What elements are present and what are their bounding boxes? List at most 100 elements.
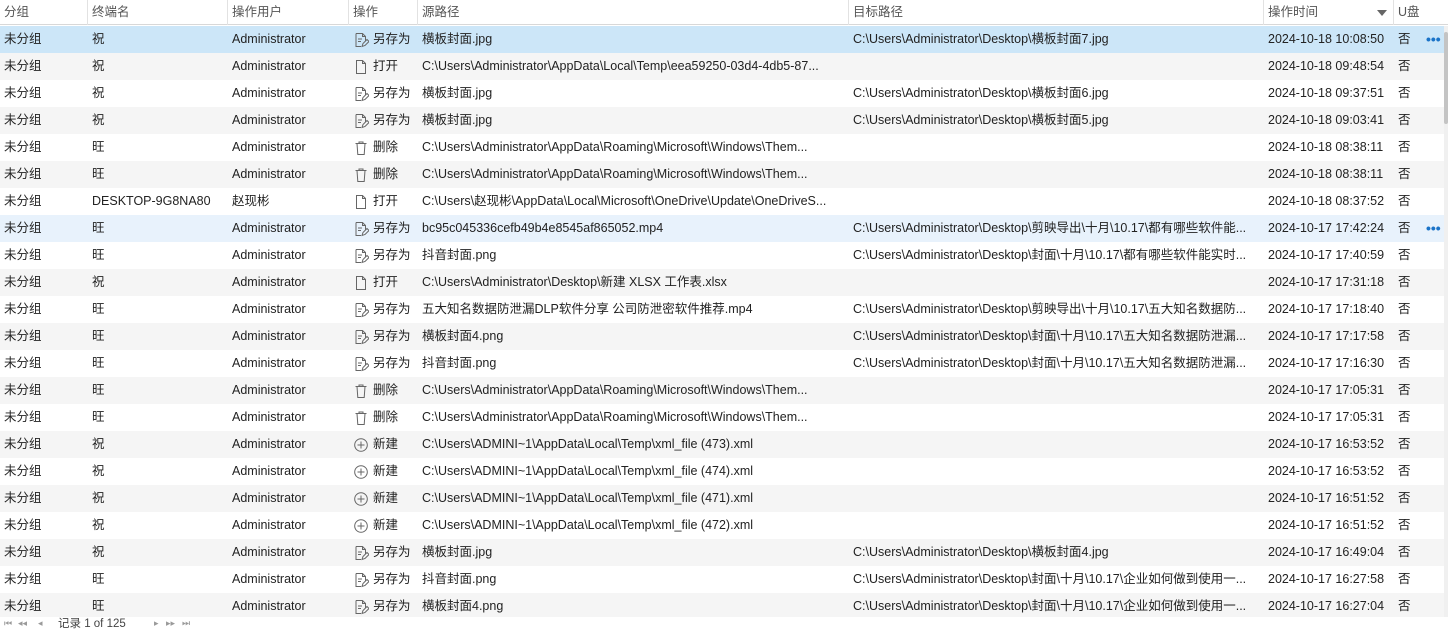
last-page-button[interactable]: ⏭ bbox=[182, 617, 190, 630]
grid-body: 未分组祝 Administrator 另存为 横板封面.jpg C:\Users\Adm… bbox=[0, 26, 1444, 617]
cell-dst bbox=[849, 134, 1264, 161]
cell-op: 新建 bbox=[349, 458, 418, 485]
table-row[interactable]: 未分组 祝 Administrator 另存为 横板封面.jpg C:\Users\Adm… bbox=[0, 80, 1444, 107]
scrollbar-thumb[interactable] bbox=[1444, 32, 1448, 124]
cell-user: Administrator bbox=[232, 356, 306, 370]
table-row[interactable]: 未分组 祝 Administrator 新建 C:\Users\ADMINI~1\App… bbox=[0, 458, 1444, 485]
more-dots-icon[interactable] bbox=[1422, 53, 1444, 80]
more-dots-icon[interactable] bbox=[1422, 431, 1444, 458]
cell-group: 未分组 bbox=[4, 599, 42, 613]
table-row[interactable]: 未分组 祝 Administrator 打开 C:\Users\Administrato… bbox=[0, 53, 1444, 80]
prev-button[interactable]: ◂ bbox=[38, 617, 43, 630]
cell-src: C:\Users\ADMINI~1\AppData\Local\Temp\xml… bbox=[422, 464, 754, 478]
more-dots-icon[interactable] bbox=[1422, 188, 1444, 215]
more-dots-icon[interactable] bbox=[1422, 404, 1444, 431]
cell-group: 未分组 bbox=[4, 572, 42, 586]
more-dots-icon[interactable] bbox=[1422, 242, 1444, 269]
more-dots-icon[interactable] bbox=[1422, 134, 1444, 161]
table-row[interactable]: 未分组 祝 Administrator 打开 C:\Users\Administrato… bbox=[0, 269, 1444, 296]
cell-dst: C:\Users\Administrator\Desktop\封面\十月\10.… bbox=[853, 599, 1247, 613]
column-header-terminal[interactable]: 终端名 bbox=[88, 0, 228, 25]
cell-user: Administrator bbox=[232, 59, 306, 73]
more-dots-icon[interactable] bbox=[1422, 80, 1444, 107]
table-row[interactable]: 未分组 旺 Administrator 删除 C:\Users\Administrato… bbox=[0, 377, 1444, 404]
table-row[interactable]: 未分组 旺 Administrator 另存为 抖音封面.png C:\Users\Adm… bbox=[0, 566, 1444, 593]
next-page-group-button[interactable]: ▸▸ bbox=[166, 617, 175, 630]
more-dots-icon[interactable] bbox=[1422, 512, 1444, 539]
op-label: 打开 bbox=[373, 194, 399, 209]
table-row[interactable]: 未分组 旺 Administrator 另存为 五大知名数据防泄漏DLP软件分享 公司防… bbox=[0, 296, 1444, 323]
cell-op: 另存为 bbox=[349, 350, 418, 377]
more-dots-icon[interactable] bbox=[1422, 377, 1444, 404]
cell-time: 2024-10-18 08:38:11 bbox=[1268, 140, 1384, 154]
table-row[interactable]: 未分组 旺 Administrator 删除 C:\Users\Administrato… bbox=[0, 161, 1444, 188]
table-row[interactable]: 未分组 旺 Administrator 另存为 抖音封面.png C:\Users\Adm… bbox=[0, 242, 1444, 269]
table-row[interactable]: 未分组 DESKTOP-9G8NA80 赵现彬 打开 C:\Users\赵现彬\AppD… bbox=[0, 188, 1444, 215]
cell-user: Administrator bbox=[232, 329, 306, 343]
prev-page-group-button[interactable]: ◂◂ bbox=[18, 617, 27, 630]
cell-user: Administrator bbox=[232, 248, 306, 262]
cell-op: 新建 bbox=[349, 485, 418, 512]
table-row[interactable]: 未分组 祝 Administrator 新建 C:\Users\ADMINI~1\App… bbox=[0, 431, 1444, 458]
table-row[interactable]: 未分组 祝 Administrator 新建 C:\Users\ADMINI~1\App… bbox=[0, 512, 1444, 539]
cell-usb: 否 bbox=[1398, 545, 1411, 559]
table-row[interactable]: 未分组 祝 Administrator 新建 C:\Users\ADMINI~1\App… bbox=[0, 485, 1444, 512]
column-header-src[interactable]: 源路径 bbox=[418, 0, 849, 25]
more-dots-icon[interactable] bbox=[1422, 350, 1444, 377]
cell-group: 未分组 bbox=[4, 545, 42, 559]
cell-terminal: 旺 bbox=[92, 410, 105, 424]
cell-user: Administrator bbox=[232, 86, 306, 100]
table-row[interactable]: 未分组 旺 Administrator 另存为 横板封面4.png C:\Users\Ad… bbox=[0, 323, 1444, 350]
cell-user: Administrator bbox=[232, 275, 306, 289]
cell-group: 未分组 bbox=[4, 113, 42, 127]
table-row[interactable]: 未分组 祝 Administrator 另存为 横板封面.jpg C:\Users\Adm… bbox=[0, 107, 1444, 134]
cell-src: 五大知名数据防泄漏DLP软件分享 公司防泄密软件推荐.mp4 bbox=[422, 302, 753, 316]
first-page-button[interactable]: ⏮ bbox=[4, 617, 12, 630]
table-row[interactable]: 未分组 旺 Administrator 另存为 抖音封面.png C:\Users\Adm… bbox=[0, 350, 1444, 377]
cell-user: Administrator bbox=[232, 464, 306, 478]
column-header-time[interactable]: 操作时间 bbox=[1264, 0, 1394, 25]
cell-time: 2024-10-17 17:05:31 bbox=[1268, 383, 1385, 397]
column-header-usb[interactable]: U盘 bbox=[1394, 0, 1448, 25]
more-dots-icon[interactable]: ••• bbox=[1422, 215, 1444, 242]
sort-desc-icon[interactable] bbox=[1377, 10, 1387, 16]
more-dots-icon[interactable]: ••• bbox=[1422, 26, 1444, 53]
more-dots-icon[interactable] bbox=[1422, 593, 1444, 617]
cell-usb: 否 bbox=[1398, 491, 1411, 505]
column-header-dst[interactable]: 目标路径 bbox=[849, 0, 1264, 25]
plus-circle-icon bbox=[353, 490, 369, 506]
table-row[interactable]: 未分组 旺 Administrator 删除 C:\Users\Administrato… bbox=[0, 404, 1444, 431]
cell-dst bbox=[849, 269, 1264, 296]
more-dots-icon[interactable] bbox=[1422, 566, 1444, 593]
cell-group: 未分组 bbox=[4, 329, 42, 343]
table-row[interactable]: 未分组 祝 Administrator 另存为 横板封面.jpg C:\Users\Adm… bbox=[0, 539, 1444, 566]
cell-terminal: 旺 bbox=[92, 599, 105, 613]
cell-group: 未分组 bbox=[4, 248, 42, 262]
cell-dst: C:\Users\Administrator\Desktop\横板封面4.jpg bbox=[853, 545, 1109, 559]
more-dots-icon[interactable] bbox=[1422, 539, 1444, 566]
cell-op: 另存为 bbox=[349, 296, 418, 323]
table-row[interactable]: 未分组 旺 Administrator 另存为 横板封面4.png C:\Users\Ad… bbox=[0, 593, 1444, 617]
cell-terminal: 祝 bbox=[92, 86, 105, 100]
column-header-op[interactable]: 操作 bbox=[349, 0, 418, 25]
table-row[interactable]: 未分组 旺 Administrator 另存为 bc95c045336cefb49b4e… bbox=[0, 215, 1444, 242]
table-row[interactable]: 未分组 祝 Administrator 另存为 横板封面.jpg C:\Users\Adm… bbox=[0, 26, 1444, 53]
plus-circle-icon bbox=[353, 436, 369, 452]
cell-time: 2024-10-17 17:05:31 bbox=[1268, 410, 1385, 424]
column-header-group[interactable]: 分组 bbox=[0, 0, 88, 25]
more-dots-icon[interactable] bbox=[1422, 485, 1444, 512]
more-dots-icon[interactable] bbox=[1422, 161, 1444, 188]
more-dots-icon[interactable] bbox=[1422, 269, 1444, 296]
more-dots-icon[interactable] bbox=[1422, 107, 1444, 134]
vertical-scrollbar[interactable] bbox=[1444, 26, 1448, 617]
more-dots-glyph: ••• bbox=[1426, 220, 1441, 236]
more-dots-icon[interactable] bbox=[1422, 458, 1444, 485]
more-dots-icon[interactable] bbox=[1422, 296, 1444, 323]
next-button[interactable]: ▸ bbox=[154, 617, 159, 630]
cell-usb: 否 bbox=[1398, 356, 1411, 370]
table-row[interactable]: 未分组 旺 Administrator 删除 C:\Users\Administrato… bbox=[0, 134, 1444, 161]
cell-op: 新建 bbox=[349, 512, 418, 539]
cell-time: 2024-10-17 17:16:30 bbox=[1268, 356, 1385, 370]
column-header-user[interactable]: 操作用户 bbox=[228, 0, 349, 25]
more-dots-icon[interactable] bbox=[1422, 323, 1444, 350]
